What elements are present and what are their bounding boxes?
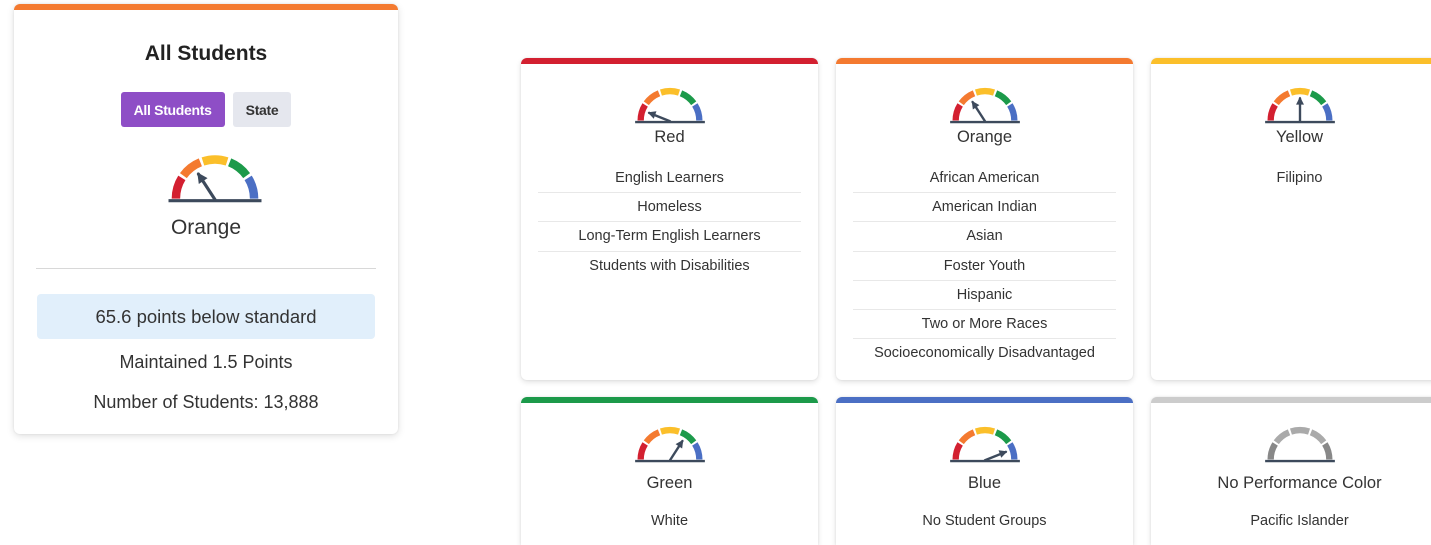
gauge-segment	[1006, 103, 1017, 121]
student-group-item: White	[650, 513, 689, 529]
red-group-card: Red English Learners Homeless Long-Term En…	[521, 58, 818, 380]
status-box: 65.6 points below standard	[37, 294, 375, 339]
card-title: Orange	[956, 128, 1013, 146]
student-count-text: Number of Students: 13,888	[93, 392, 319, 412]
student-group-item: Hispanic	[853, 281, 1116, 310]
student-group-item: Socioeconomically Disadvantaged	[874, 345, 1095, 362]
student-group-list: African American American Indian Asian Fost…	[853, 164, 1116, 368]
gauge-segment	[679, 90, 696, 106]
change-text: Maintained 1.5 Points	[119, 352, 293, 372]
summary-title: All Students	[144, 42, 268, 65]
gauge-segment	[637, 103, 648, 121]
student-group-item: English Learners	[538, 164, 801, 194]
student-group-list: Filipino	[1168, 164, 1431, 193]
yellow-group-card: Yellow Filipino	[1151, 58, 1431, 380]
gauge-icon	[949, 427, 1020, 463]
student-group-item: Students with Disabilities	[589, 257, 750, 274]
gauge-segment	[201, 155, 229, 166]
gauge-segment	[1267, 442, 1278, 460]
gauge-segment	[958, 429, 975, 445]
divider	[36, 268, 376, 269]
student-group-item: Long-Term English Learners	[538, 222, 801, 252]
gauge-segment	[994, 90, 1011, 106]
gauge-segment	[1273, 429, 1290, 445]
card-title: Green	[646, 474, 693, 492]
gauge-icon	[1264, 427, 1335, 463]
student-group-list: White	[538, 507, 801, 536]
gauge-icon	[1264, 88, 1335, 124]
gauge-segment	[227, 158, 251, 179]
gauge-segment	[1309, 429, 1326, 445]
all-students-summary-card: All Students All Students State Orange 6…	[14, 4, 398, 434]
student-group-list: Pacific Islander	[1168, 507, 1431, 536]
gauge-icon	[634, 88, 705, 124]
performance-color-label: Orange	[170, 216, 242, 239]
green-group-card: Green White	[521, 397, 818, 545]
student-group-item: Homeless	[538, 193, 801, 223]
blue-group-card: Blue No Student Groups	[836, 397, 1133, 545]
gauge-segment	[691, 442, 702, 460]
student-group-item: Two or More Races	[853, 310, 1116, 340]
gauge-segment	[659, 88, 680, 96]
gauge-segment	[952, 103, 963, 121]
gauge-segment	[1267, 103, 1278, 121]
card-title: Red	[654, 128, 685, 146]
card-title: Yellow	[1275, 128, 1324, 146]
student-group-list: No Student Groups	[853, 507, 1116, 536]
gauge-segment	[659, 427, 680, 435]
gauge-segment	[643, 429, 660, 445]
student-group-item: Asian	[853, 222, 1116, 252]
gauge-icon	[634, 427, 705, 463]
gauge-segment	[1321, 103, 1332, 121]
student-group-item: Pacific Islander	[1250, 513, 1349, 529]
gauge-segment	[1289, 88, 1310, 96]
gauge-segment	[1321, 442, 1332, 460]
card-title: No Performance Color	[1217, 474, 1382, 492]
gauge-segment	[637, 442, 648, 460]
gauge-segment	[244, 175, 259, 199]
gauge-segment	[1289, 427, 1310, 435]
gauge-icon	[168, 155, 262, 203]
gauge-segment	[994, 429, 1011, 445]
student-group-item: No Student Groups	[922, 513, 1047, 529]
orange-group-card: Orange African American American Indian As…	[836, 58, 1133, 380]
gauge-segment	[691, 103, 702, 121]
gauge-icon	[949, 88, 1020, 124]
student-group-list: English Learners Homeless Long-Term Englis…	[538, 164, 801, 281]
student-group-item: American Indian	[853, 193, 1116, 223]
gauge-segment	[643, 90, 660, 106]
comparison-toggle: All Students State	[14, 92, 398, 127]
state-toggle-button[interactable]: State	[232, 92, 292, 127]
gauge-segment	[974, 427, 995, 435]
student-group-item: Filipino	[1276, 170, 1323, 186]
gauge-segment	[1273, 90, 1290, 106]
no-color-group-card: No Performance Color Pacific Islander	[1151, 397, 1431, 545]
student-group-item: African American	[853, 164, 1116, 194]
gauge-segment	[171, 175, 186, 199]
gauge-segment	[974, 88, 995, 96]
all-students-toggle-button[interactable]: All Students	[120, 92, 225, 127]
student-group-item: Foster Youth	[853, 252, 1116, 281]
gauge-segment	[1006, 442, 1017, 460]
gauge-needle-head	[1295, 96, 1304, 105]
gauge-segment	[1309, 90, 1326, 106]
gauge-segment	[952, 442, 963, 460]
card-title: Blue	[967, 474, 1002, 492]
